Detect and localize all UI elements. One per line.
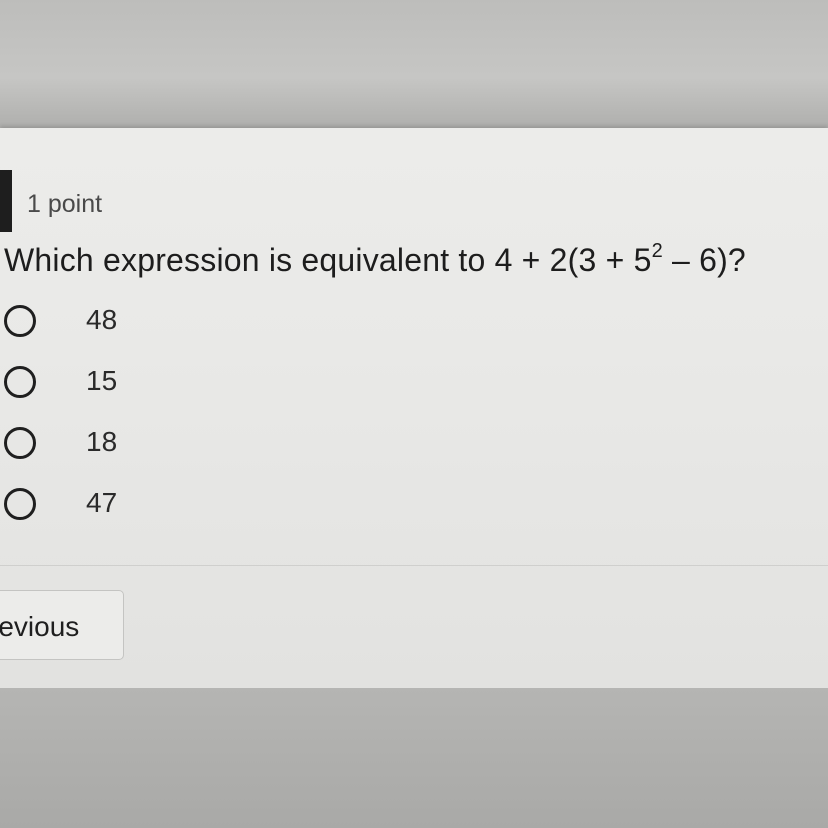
background-top bbox=[0, 0, 828, 130]
radio-button-icon[interactable] bbox=[4, 488, 36, 520]
answer-choice-label: 15 bbox=[86, 365, 118, 396]
answer-choice-1[interactable]: 48 bbox=[0, 303, 300, 349]
radio-button-icon[interactable] bbox=[4, 305, 36, 337]
answer-choice-3[interactable]: 18 bbox=[0, 425, 300, 471]
footer-divider bbox=[0, 565, 828, 566]
question-points: 1 point bbox=[27, 190, 103, 218]
question-text-before: Which expression is equivalent to 4 + 2(… bbox=[4, 242, 652, 278]
radio-button-icon[interactable] bbox=[4, 427, 36, 459]
answer-choice-label: 18 bbox=[86, 426, 118, 457]
question-text: Which expression is equivalent to 4 + 2(… bbox=[4, 240, 746, 279]
question-exponent: 2 bbox=[651, 240, 663, 262]
previous-button-label: revious bbox=[0, 611, 80, 642]
answer-choice-label: 47 bbox=[86, 487, 118, 518]
answer-choice-label: 48 bbox=[86, 304, 118, 335]
previous-button[interactable]: revious bbox=[0, 590, 124, 660]
answer-choice-2[interactable]: 15 bbox=[0, 364, 300, 410]
background-bottom bbox=[0, 688, 828, 828]
answer-choice-4[interactable]: 47 bbox=[0, 486, 300, 532]
question-accent-bar bbox=[0, 170, 12, 232]
question-text-after: – 6)? bbox=[662, 242, 746, 278]
radio-button-icon[interactable] bbox=[4, 366, 36, 398]
